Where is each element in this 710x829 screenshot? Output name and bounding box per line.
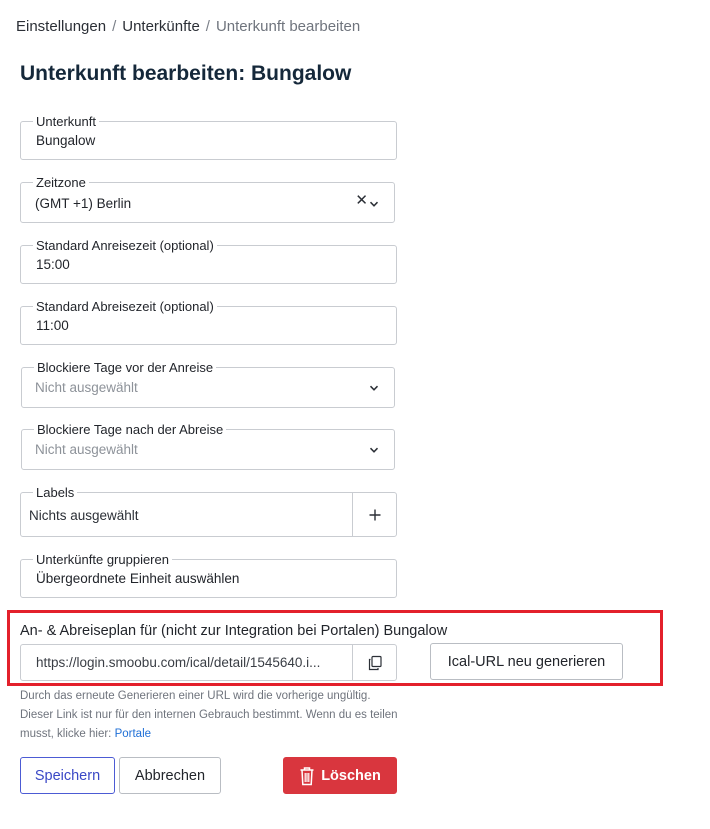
regenerate-ical-url-button[interactable]: Ical-URL neu generieren (430, 643, 623, 680)
arrival-time-value: 15:00 (36, 257, 70, 272)
trash-icon (300, 766, 314, 785)
page-title: Unterkunft bearbeiten: Bungalow (20, 62, 352, 85)
timezone-label: Zeitzone (33, 175, 89, 191)
accommodation-value: Bungalow (36, 133, 96, 148)
delete-button[interactable]: Löschen (283, 757, 397, 794)
copy-icon (368, 655, 382, 670)
block-days-after-select[interactable]: Blockiere Tage nach der Abreise Nicht au… (21, 422, 395, 470)
breadcrumb-separator: / (205, 18, 210, 35)
arrival-time-field[interactable]: Standard Anreisezeit (optional) 15:00 (20, 238, 397, 284)
block-days-after-label: Blockiere Tage nach der Abreise (34, 422, 227, 438)
chevron-down-icon[interactable] (368, 444, 380, 456)
breadcrumb-item-current: Unterkunft bearbeiten (215, 18, 361, 35)
group-accommodations-label: Unterkünfte gruppieren (33, 552, 172, 568)
add-label-button[interactable] (352, 493, 396, 536)
accommodation-label: Unterkunft (33, 114, 99, 130)
delete-button-label: Löschen (321, 767, 381, 784)
ical-help-line-1: Durch das erneute Generieren einer URL w… (20, 690, 371, 702)
departure-time-field[interactable]: Standard Abreisezeit (optional) 11:00 (20, 299, 397, 345)
ical-help-text: Durch das erneute Generieren einer URL w… (20, 687, 400, 744)
cancel-button[interactable]: Abbrechen (119, 757, 221, 794)
labels-field[interactable]: Labels Nichts ausgewählt (20, 485, 397, 537)
ical-url-field[interactable]: https://login.smoobu.com/ical/detail/154… (20, 644, 397, 681)
breadcrumb-separator: / (112, 18, 117, 35)
labels-placeholder: Nichts ausgewählt (29, 508, 139, 523)
departure-time-label: Standard Abreisezeit (optional) (33, 299, 217, 315)
save-button[interactable]: Speichern (20, 757, 115, 794)
accommodation-field[interactable]: Unterkunft Bungalow (20, 114, 397, 160)
timezone-value: (GMT +1) Berlin (35, 196, 132, 211)
ical-section-title: An- & Abreiseplan für (nicht zur Integra… (20, 623, 448, 639)
ical-help-line-2: Dieser Link ist nur für den internen Geb… (20, 709, 398, 740)
clear-icon[interactable]: ✕ (355, 191, 368, 209)
labels-label: Labels (33, 485, 78, 501)
chevron-down-icon[interactable] (368, 382, 380, 394)
block-days-before-placeholder: Nicht ausgewählt (35, 380, 138, 395)
plus-icon (369, 509, 380, 520)
copy-url-button[interactable] (352, 645, 396, 680)
portals-link[interactable]: Portale (115, 728, 151, 740)
breadcrumb-item-settings[interactable]: Einstellungen (16, 18, 106, 35)
group-accommodations-field[interactable]: Unterkünfte gruppieren Übergeordnete Ein… (20, 552, 397, 598)
block-days-before-select[interactable]: Blockiere Tage vor der Anreise Nicht aus… (21, 360, 395, 408)
breadcrumb-item-accommodations[interactable]: Unterkünfte (122, 18, 200, 35)
group-accommodations-placeholder: Übergeordnete Einheit auswählen (36, 571, 240, 586)
chevron-down-icon[interactable] (368, 198, 380, 210)
timezone-select[interactable]: Zeitzone (GMT +1) Berlin ✕ (20, 175, 395, 223)
block-days-before-label: Blockiere Tage vor der Anreise (34, 360, 217, 376)
breadcrumb: Einstellungen / Unterkünfte / Unterkunft bea… (16, 18, 360, 35)
departure-time-value: 11:00 (36, 318, 69, 333)
block-days-after-placeholder: Nicht ausgewählt (35, 442, 138, 457)
ical-url-value[interactable]: https://login.smoobu.com/ical/detail/154… (36, 655, 354, 670)
arrival-time-label: Standard Anreisezeit (optional) (33, 238, 217, 254)
